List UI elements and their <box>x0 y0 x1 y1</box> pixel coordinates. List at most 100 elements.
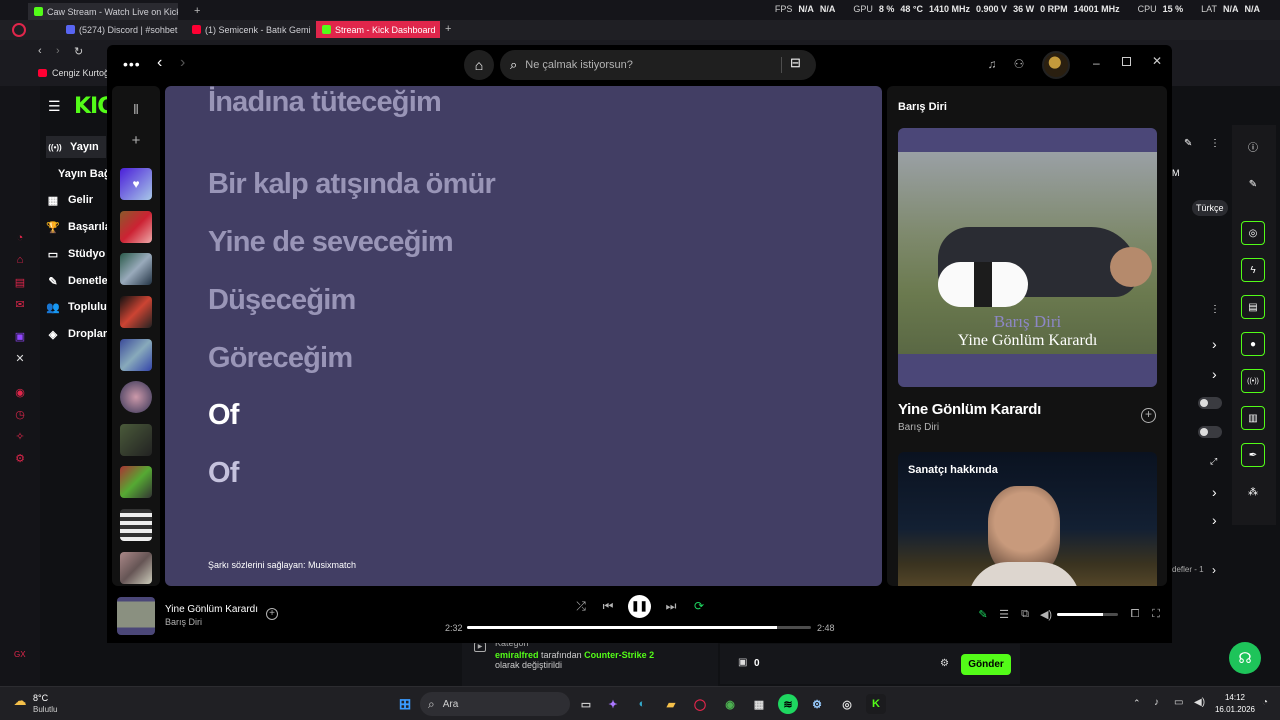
kick-nav-topluluk[interactable]: 👥 Toplulu <box>46 296 107 318</box>
now-playing-title[interactable]: Yine Gönlüm Karardı <box>898 401 1041 418</box>
close-icon[interactable]: ✕ <box>1152 54 1162 68</box>
twitch-icon[interactable]: ▣ <box>12 328 28 344</box>
chip-language[interactable]: Türkçe <box>1192 200 1228 216</box>
bookmark-item[interactable]: Cengiz Kurtoğ <box>52 68 109 78</box>
kick-nav-droplar[interactable]: ◈ Droplar <box>46 323 107 345</box>
edge-icon[interactable]: ◐ <box>632 694 652 714</box>
send-button[interactable]: Gönder <box>961 654 1011 675</box>
connect-device-icon[interactable]: ⧉ <box>1018 607 1032 621</box>
about-artist-card[interactable]: Sanatçı hakkında <box>898 452 1157 586</box>
library-item-thumb[interactable] <box>120 381 152 413</box>
lightning-icon[interactable]: ϟ <box>1241 258 1265 282</box>
lyric-line-active[interactable]: Of <box>208 399 239 432</box>
browser-tab-discord[interactable]: (5274) Discord | #sohbet <box>60 21 180 38</box>
display-icon[interactable]: ▭ <box>1174 697 1183 708</box>
support-headset-icon[interactable]: ☊ <box>1229 642 1261 674</box>
lyrics-microphone-icon[interactable]: ✎ <box>976 607 990 621</box>
chat-game[interactable]: Counter-Strike 2 <box>584 650 654 660</box>
browser-tab-youtube[interactable]: (1) Semicenk - Batık Gemi <box>186 21 312 38</box>
tray-chevron-up-icon[interactable]: ⌃ <box>1133 698 1141 709</box>
new-tab-icon[interactable]: + <box>194 5 200 17</box>
kick-nav-basarilar[interactable]: 🏆 Başarıla <box>46 216 111 238</box>
fullscreen-icon[interactable]: ⛶ <box>1149 607 1163 621</box>
store-icon[interactable]: ▦ <box>749 694 769 714</box>
library-item-thumb[interactable] <box>120 296 152 328</box>
volume-slider[interactable] <box>1057 613 1118 616</box>
player-icon[interactable]: ◉ <box>12 384 28 400</box>
settings-gear-icon[interactable]: ⚙ <box>12 450 28 466</box>
reload-icon[interactable]: ↻ <box>74 45 83 58</box>
kick-nav-denetle[interactable]: ✎ Denetle <box>46 270 107 292</box>
chevron-right-icon[interactable]: › <box>1212 512 1217 528</box>
chip-m[interactable]: M <box>1172 168 1180 178</box>
taskbar-search[interactable]: ⌕ Ara <box>420 692 570 716</box>
history-icon[interactable]: ◷ <box>12 406 28 422</box>
chevron-right-icon[interactable]: › <box>1212 336 1217 352</box>
queue-icon[interactable]: ☰ <box>997 607 1011 621</box>
chevron-right-icon[interactable]: › <box>1212 563 1216 577</box>
clock-date[interactable]: 16.01.2026 <box>1213 705 1257 714</box>
lyric-line[interactable]: İnadına tüteceğim <box>208 86 442 119</box>
edit-pencil-icon[interactable]: ✎ <box>1184 138 1192 149</box>
add-to-library-icon[interactable]: + <box>1141 408 1156 423</box>
create-plus-icon[interactable]: + <box>126 130 146 150</box>
target-icon[interactable]: ◎ <box>1241 221 1265 245</box>
chat-settings-icon[interactable]: ⚙ <box>940 658 949 669</box>
shuffle-icon[interactable]: ⤮ <box>573 598 589 614</box>
weather-description[interactable]: Bulutlu <box>33 705 57 714</box>
gx-corner-icon[interactable]: ◔ <box>12 230 28 246</box>
kick-nav-yayin[interactable]: ((•)) Yayın <box>46 136 106 158</box>
add-to-liked-icon[interactable]: + <box>266 608 278 620</box>
shopping-icon[interactable]: ⌂ <box>12 252 28 268</box>
player-track-artist[interactable]: Barış Diri <box>165 617 202 627</box>
document-icon[interactable]: ▤ <box>1241 295 1265 319</box>
forward-icon[interactable]: › <box>56 45 60 57</box>
notification-bell-icon[interactable]: ◔ <box>1262 697 1268 708</box>
user-avatar[interactable] <box>1042 51 1070 79</box>
minimize-icon[interactable]: – <box>1093 56 1100 70</box>
steam-icon[interactable]: ⚙ <box>807 694 827 714</box>
speaker-icon[interactable]: ◀) <box>1194 697 1205 708</box>
nodes-icon[interactable]: ⁂ <box>1241 480 1265 504</box>
next-track-icon[interactable]: ⏭ <box>663 598 679 614</box>
kick-nav-gelir[interactable]: ▦ Gelir <box>46 189 93 211</box>
previous-track-icon[interactable]: ⏮ <box>600 598 616 614</box>
chat-bubble-icon[interactable]: ● <box>1241 332 1265 356</box>
chat-username[interactable]: emiralfred <box>495 650 539 660</box>
browser-tab-kick-watch[interactable]: Caw Stream - Watch Live on Kick <box>28 3 178 20</box>
notifications-bell-icon[interactable]: ♫ <box>984 56 1000 72</box>
back-chevron-icon[interactable]: ‹ <box>157 54 162 72</box>
info-icon[interactable]: ⓘ <box>1241 134 1265 158</box>
library-item-thumb[interactable] <box>120 466 152 498</box>
copilot-icon[interactable]: ✦ <box>603 694 623 714</box>
broadcast-icon[interactable]: ((•)) <box>1241 369 1265 393</box>
toggle-switch[interactable] <box>1198 426 1222 438</box>
messenger-icon[interactable]: ✉ <box>12 296 28 312</box>
opera-logo-icon[interactable] <box>12 23 26 37</box>
hamburger-menu-icon[interactable]: ☰ <box>48 98 61 115</box>
friends-activity-icon[interactable]: ⚇ <box>1011 56 1027 72</box>
spotify-icon[interactable]: ≋ <box>778 694 798 714</box>
browse-icon[interactable]: ⊟ <box>790 55 801 71</box>
library-item-thumb[interactable] <box>120 552 152 584</box>
edit-icon[interactable]: ✎ <box>1241 172 1265 196</box>
lyric-line[interactable]: Of <box>208 457 239 490</box>
liked-songs-heart-icon[interactable]: ♥ <box>120 168 152 200</box>
lyric-line[interactable]: Yine de seveceğim <box>208 226 454 259</box>
clock-time[interactable]: 14:12 <box>1213 693 1257 702</box>
obs-icon[interactable]: ◎ <box>837 694 857 714</box>
volume-icon[interactable]: ◀) <box>1039 607 1053 621</box>
back-icon[interactable]: ‹ <box>38 45 42 57</box>
player-track-title[interactable]: Yine Gönlüm Karardı <box>165 604 258 615</box>
library-item-thumb[interactable] <box>120 509 152 541</box>
chart-icon[interactable]: ⤢ <box>1210 456 1217 467</box>
progress-bar[interactable] <box>467 626 811 629</box>
library-icon[interactable]: ⫴ <box>126 100 146 120</box>
chevron-right-icon[interactable]: › <box>1212 366 1217 382</box>
forward-chevron-icon[interactable]: › <box>180 54 185 72</box>
library-item-thumb[interactable] <box>120 211 152 243</box>
microphone-icon[interactable]: ♪ <box>1154 697 1159 708</box>
wrench-icon[interactable]: ✒ <box>1241 443 1265 467</box>
gift-chest-icon[interactable]: ▣ <box>738 657 747 668</box>
lyric-line[interactable]: Göreceğim <box>208 342 353 375</box>
